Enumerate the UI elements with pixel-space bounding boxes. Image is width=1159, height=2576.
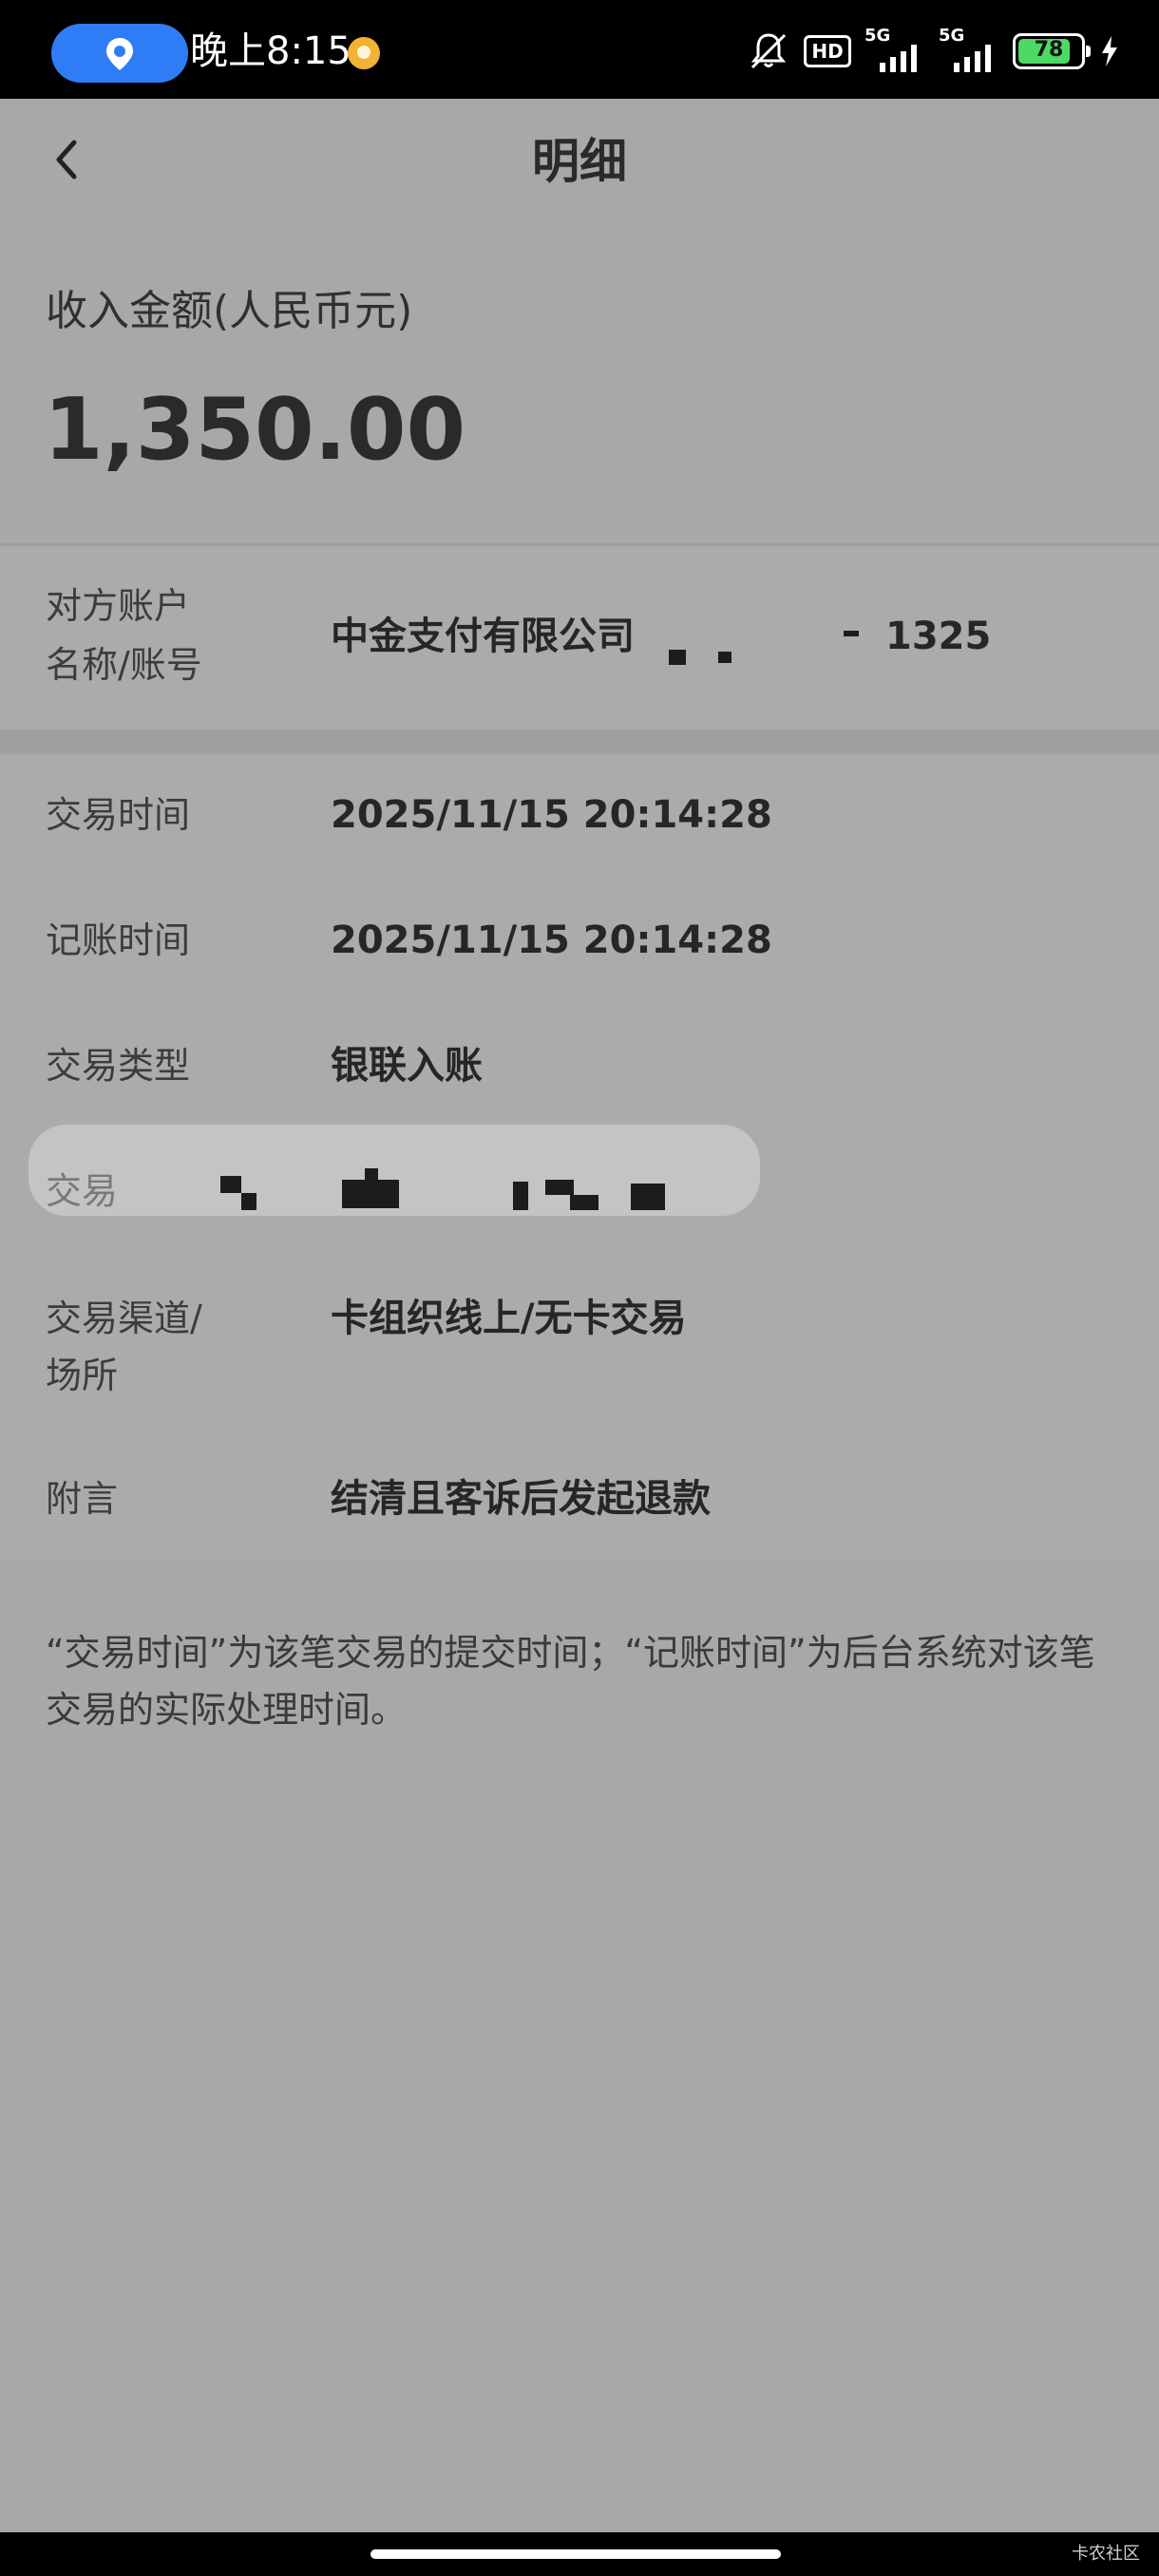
counterparty-label-line1: 对方账户 — [46, 585, 191, 627]
detail-screen: 明细 收入金额(人民币元) 1,350.00 对方账户 名称/账号 中金支付有限… — [0, 99, 1159, 2532]
battery-icon: 78 — [1013, 33, 1091, 69]
detail-value-remark: 结清且客诉后发起退款 — [331, 1477, 711, 1521]
detail-label-channel-line1: 交易渠道/ — [46, 1297, 202, 1339]
location-indicator[interactable] — [51, 24, 188, 83]
redaction-block — [513, 1182, 528, 1210]
hd-voice-icon: HD — [804, 35, 851, 67]
detail-label-trade-time: 交易时间 — [46, 794, 191, 836]
signal-icon: 5G — [864, 27, 925, 76]
redaction-block — [342, 1180, 399, 1208]
top-bar: 明细 — [0, 99, 1159, 222]
footnote-text: “交易时间”为该笔交易的提交时间；“记账时间”为后台系统对该笔交易的实际处理时间… — [46, 1632, 1095, 1731]
section-gap — [0, 729, 1159, 754]
redaction-block — [669, 650, 686, 665]
redaction-block — [718, 652, 732, 663]
redaction-block — [220, 1176, 241, 1193]
redaction-block — [631, 1184, 665, 1210]
detail-value-type: 银联入账 — [331, 1044, 483, 1088]
detail-label-type: 交易类型 — [46, 1045, 191, 1087]
redaction-block — [844, 631, 859, 636]
status-bar: 晚上8:15 HD 5G 5G 78 — [0, 0, 1159, 99]
watermark: 卡农社区 — [1072, 2544, 1140, 2564]
charging-bolt-icon — [1102, 36, 1117, 66]
gesture-bar: 卡农社区 — [0, 2532, 1159, 2576]
detail-label-post-time: 记账时间 — [46, 919, 191, 961]
battery-level: 78 — [1034, 38, 1064, 62]
redaction-block — [545, 1180, 574, 1195]
counterparty-label-line2: 名称/账号 — [46, 644, 202, 686]
home-indicator[interactable] — [370, 2549, 781, 2559]
status-time: 晚上8:15 — [190, 29, 352, 73]
location-pin-icon — [106, 38, 133, 70]
page-title: 明细 — [532, 134, 627, 189]
detail-label-channel-line2: 场所 — [46, 1354, 119, 1396]
amount-label: 收入金额(人民币元) — [46, 287, 413, 335]
detail-label-remark: 附言 — [46, 1478, 119, 1520]
signal-icon-2: 5G — [939, 27, 999, 76]
notification-badge-icon — [348, 37, 380, 69]
counterparty-name: 中金支付有限公司 — [331, 615, 635, 658]
amount-value: 1,350.00 — [44, 380, 466, 480]
detail-value-post-time: 2025/11/15 20:14:28 — [331, 919, 772, 962]
detail-value-channel: 卡组织线上/无卡交易 — [331, 1297, 687, 1340]
detail-value-trade-time: 2025/11/15 20:14:28 — [331, 793, 772, 837]
redaction-block — [365, 1168, 378, 1182]
mute-bell-icon — [750, 33, 787, 69]
detail-label-redacted: 交易 — [46, 1170, 119, 1212]
redaction-block — [570, 1195, 598, 1210]
account-tail: 1325 — [885, 615, 992, 658]
redaction-block — [241, 1193, 256, 1210]
